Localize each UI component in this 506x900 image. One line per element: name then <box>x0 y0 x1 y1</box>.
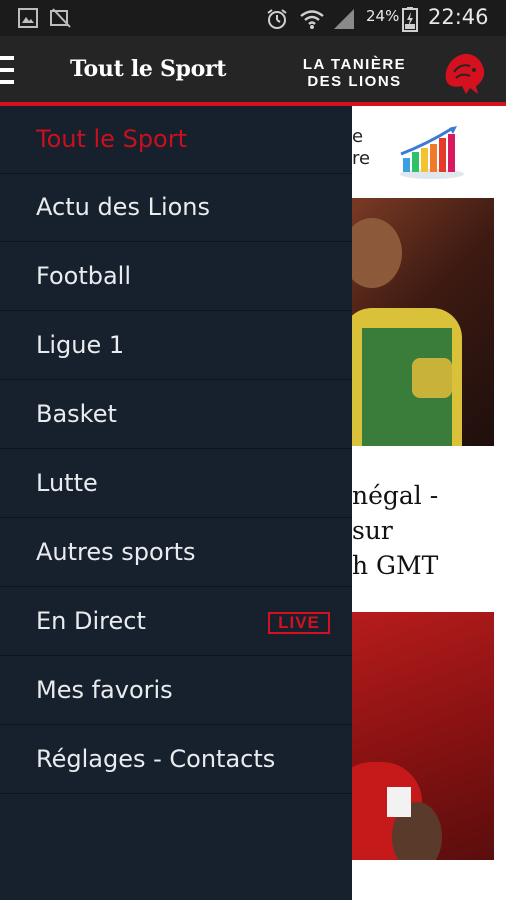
article-photo[interactable] <box>352 198 494 446</box>
battery-percent: 24% <box>366 7 400 25</box>
news-feed: e re négal - sur h GMT <box>352 106 506 900</box>
nav-item-label: Actu des Lions <box>36 193 211 221</box>
nav-item-basket[interactable]: Basket <box>0 381 352 449</box>
nav-item-football[interactable]: Football <box>0 243 352 311</box>
nav-item-label: En Direct <box>36 607 146 635</box>
nav-item-label: Mes favoris <box>36 676 173 704</box>
player-head <box>352 218 402 288</box>
nav-item-label: Réglages - Contacts <box>36 745 276 773</box>
jersey-number <box>412 358 452 398</box>
live-badge: LIVE <box>268 612 330 634</box>
menu-icon[interactable] <box>0 52 16 88</box>
nav-item-mes-favoris[interactable]: Mes favoris <box>0 657 352 725</box>
clock: 22:46 <box>428 5 489 29</box>
status-bar: 24% 22:46 <box>0 0 506 36</box>
nav-item-autres-sports[interactable]: Autres sports <box>0 519 352 587</box>
nav-item-label: Tout le Sport <box>36 125 188 153</box>
battery-icon <box>402 7 418 32</box>
no-sim-icon <box>50 8 71 28</box>
article-headline[interactable]: négal - sur h GMT <box>352 478 506 583</box>
article-photo[interactable] <box>352 612 494 860</box>
nav-item-ligue-1[interactable]: Ligue 1 <box>0 312 352 380</box>
nav-item-tout-le-sport[interactable]: Tout le Sport <box>0 106 352 174</box>
promo-text: e re <box>352 126 371 169</box>
nav-item-actu-des-lions[interactable]: Actu des Lions <box>0 174 352 242</box>
nav-item-lutte[interactable]: Lutte <box>0 450 352 518</box>
lion-logo-icon <box>445 53 485 94</box>
shirt-badge <box>387 787 411 817</box>
nav-item-label: Autres sports <box>36 538 196 566</box>
nav-item-label: Lutte <box>36 469 98 497</box>
nav-item-en-direct[interactable]: En Direct LIVE <box>0 588 352 656</box>
image-icon <box>18 8 38 28</box>
nav-item-reglages-contacts[interactable]: Réglages - Contacts <box>0 726 352 794</box>
nav-item-label: Basket <box>36 400 117 428</box>
bar-chart-icon <box>400 126 464 179</box>
alarm-icon <box>267 9 287 29</box>
wifi-icon <box>300 10 324 29</box>
signal-icon <box>334 9 354 29</box>
nav-item-label: Football <box>36 262 132 290</box>
page-title: Tout le Sport <box>70 56 227 82</box>
brand-logo-text: LA TANIÈRE DES LIONS <box>302 56 407 90</box>
navigation-drawer: Tout le Sport Actu des Lions Football Li… <box>0 106 352 900</box>
nav-item-label: Ligue 1 <box>36 331 125 359</box>
